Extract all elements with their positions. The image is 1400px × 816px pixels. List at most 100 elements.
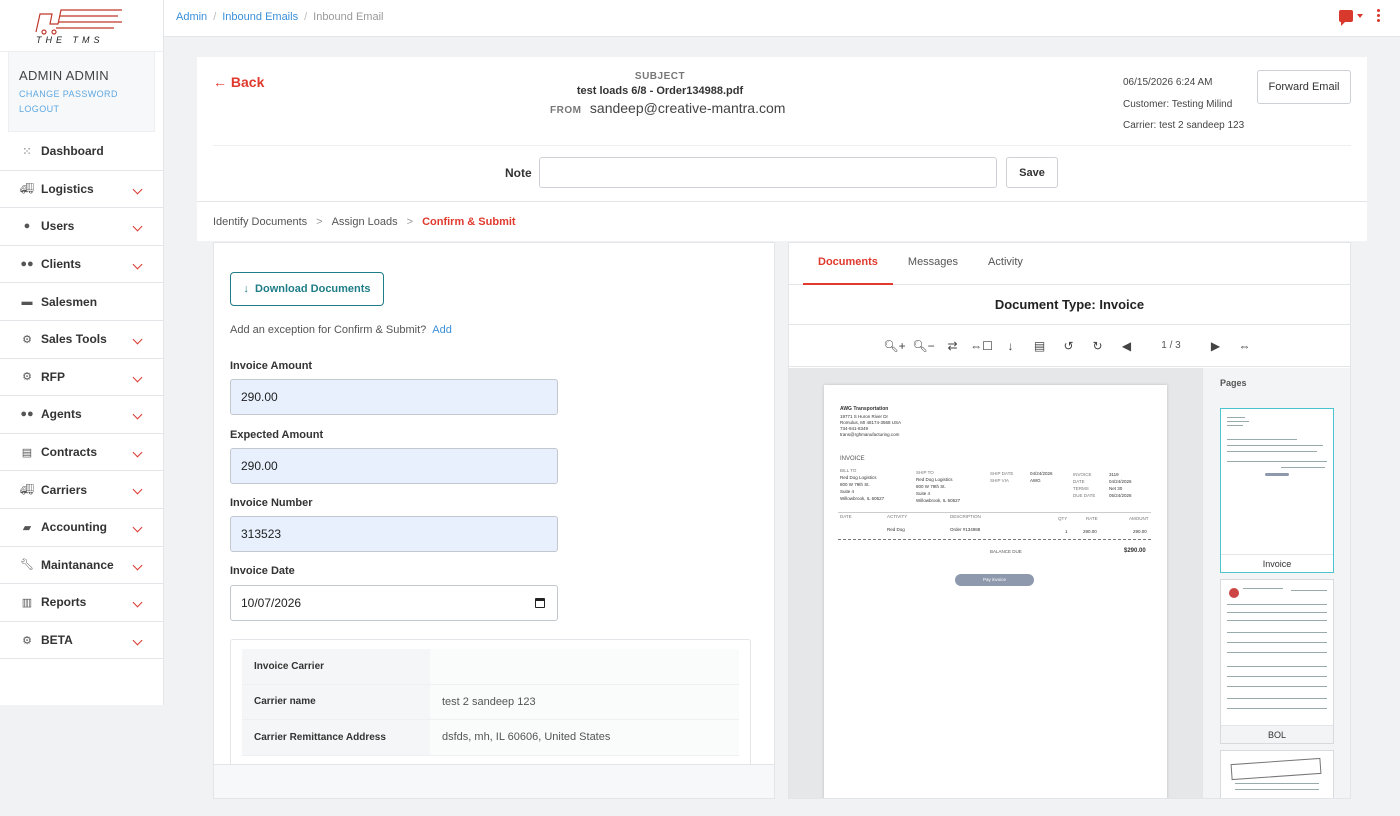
rotate-left-icon[interactable]: ↺ — [1054, 339, 1083, 353]
invoice-amount-input[interactable]: 290.00 — [230, 379, 558, 415]
change-password-link[interactable]: CHANGE PASSWORD — [19, 89, 144, 99]
thumbnail-invoice[interactable]: Invoice — [1220, 408, 1334, 573]
zoom-out-icon[interactable]: 🔍︎− — [909, 339, 938, 353]
carrier-row: Carrier name test 2 sandeep 123 — [242, 684, 739, 720]
sidebar-item-sales-tools[interactable]: ⚙ Sales Tools — [0, 321, 163, 359]
doc-ship-date: 04/24/2026 — [1030, 471, 1053, 476]
sidebar-item-rfp[interactable]: ⚙ RFP — [0, 359, 163, 397]
doc-ship-via-label: SHIP VIA — [990, 478, 1009, 483]
invoice-amount-label: Invoice Amount — [230, 360, 313, 372]
calendar-icon[interactable] — [535, 598, 545, 608]
sidebar-item-users[interactable]: ● Users — [0, 208, 163, 246]
from-block: FROM sandeep@creative-mantra.com — [550, 100, 785, 118]
doc-due-label: DUE DATE — [1073, 493, 1096, 498]
pdf-canvas[interactable]: AWG Transportation 19771 S Huron River D… — [789, 368, 1202, 798]
doc-bill-to-1: Red Dog Logistics — [840, 475, 877, 480]
from-value: sandeep@creative-mantra.com — [589, 100, 786, 116]
breadcrumb-admin[interactable]: Admin — [176, 11, 207, 23]
doc-ship-to-label: SHIP TO — [916, 470, 934, 475]
form-footer — [214, 764, 774, 798]
swap-icon[interactable]: ⇄ — [938, 339, 967, 353]
note-input[interactable] — [539, 157, 997, 188]
expand-icon[interactable]: ⇔ — [1230, 339, 1259, 353]
step-identify-documents[interactable]: Identify Documents — [213, 216, 307, 228]
subject-value: test loads 6/8 - Order134988.pdf — [576, 85, 744, 97]
caret-down-icon — [1357, 13, 1363, 18]
next-page-icon[interactable]: ▶ — [1201, 339, 1230, 353]
add-exception-link[interactable]: Add — [432, 324, 452, 336]
chevron-down-icon — [132, 409, 143, 420]
fit-width-icon[interactable]: ⇔☐ — [967, 339, 996, 353]
doc-balance-label: BALANCE DUE — [990, 549, 1022, 554]
tab-messages[interactable]: Messages — [893, 243, 973, 285]
users-group-icon: ●● — [20, 258, 34, 271]
thumbnail-bol-caption: BOL — [1221, 725, 1333, 743]
note-label: Note — [505, 166, 532, 180]
tab-activity[interactable]: Activity — [973, 243, 1038, 285]
invoice-page: AWG Transportation 19771 S Huron River D… — [824, 385, 1167, 798]
sidebar-item-carriers[interactable]: 🚚︎ Carriers — [0, 471, 163, 509]
expected-amount-input[interactable]: 290.00 — [230, 448, 558, 484]
doc-invoice-no: 3119 — [1109, 472, 1119, 477]
print-icon[interactable]: ▤ — [1025, 339, 1054, 353]
sidebar-nav: ⁙ Dashboard 🚚︎ Logistics ● Users ●● Clients ▬ Sal… — [0, 133, 163, 660]
download-arrow-icon: ↓ — [243, 283, 256, 295]
sidebar-item-dashboard[interactable]: ⁙ Dashboard — [0, 133, 163, 171]
sidebar-item-salesmen[interactable]: ▬ Salesmen — [0, 283, 163, 321]
rotate-right-icon[interactable]: ↻ — [1083, 339, 1112, 353]
sidebar-item-clients[interactable]: ●● Clients — [0, 246, 163, 284]
kebab-menu-icon[interactable] — [1377, 9, 1380, 22]
sidebar-item-logistics[interactable]: 🚚︎ Logistics — [0, 171, 163, 209]
save-note-button[interactable]: Save — [1006, 157, 1058, 188]
gears-icon: ⚙ — [22, 333, 32, 346]
sidebar-item-label: Reports — [41, 595, 87, 610]
zoom-in-icon[interactable]: 🔍︎+ — [880, 339, 909, 353]
chevron-down-icon — [132, 334, 143, 345]
carrier-details: Invoice Carrier Carrier name test 2 sandee… — [230, 639, 751, 779]
sidebar-item-label: Users — [41, 219, 75, 234]
truck-logo-icon — [35, 9, 122, 35]
prev-page-icon[interactable]: ◀ — [1112, 339, 1141, 353]
logout-link[interactable]: LOGOUT — [19, 104, 144, 114]
sidebar-item-agents[interactable]: ●● Agents — [0, 396, 163, 434]
breadcrumb: Admin / Inbound Emails / Inbound Email — [176, 11, 383, 23]
chevron-down-icon — [132, 372, 143, 383]
carrier-row-key: Carrier name — [242, 684, 430, 719]
sidebar-item-beta[interactable]: ⚙ BETA — [0, 622, 163, 660]
doc-ship-to-2: 800 W 79th St. — [916, 484, 946, 489]
thumbnail-invoice-image — [1221, 409, 1333, 554]
forward-email-button[interactable]: Forward Email — [1257, 70, 1351, 104]
carrier-row: Carrier Remittance Address dsfds, mh, IL … — [242, 720, 739, 756]
sidebar-item-label: Accounting — [41, 520, 107, 535]
carrier-row-key: Invoice Carrier — [242, 649, 430, 684]
messages-dropdown[interactable] — [1339, 9, 1363, 26]
doc-bill-to-3: Suite 4 — [840, 489, 855, 494]
step-assign-loads[interactable]: Assign Loads — [332, 216, 398, 228]
subject-label: SUBJECT — [634, 71, 686, 82]
doc-ship-to-4: Willowbrook, IL 60527 — [916, 498, 961, 503]
sidebar-item-accounting[interactable]: ▰ Accounting — [0, 509, 163, 547]
sidebar-item-contracts[interactable]: ▤ Contracts — [0, 434, 163, 472]
sidebar-item-reports[interactable]: ▥ Reports — [0, 584, 163, 622]
download-documents-button[interactable]: ↓ Download Documents — [230, 272, 384, 306]
doc-due: 05/24/2026 — [1109, 493, 1132, 498]
breadcrumb-inbound-emails[interactable]: Inbound Emails — [222, 11, 298, 23]
invoice-date-value: 10/07/2026 — [241, 596, 302, 610]
back-button[interactable]: ← Back — [213, 74, 264, 90]
exception-text: Add an exception for Confirm & Submit? — [230, 324, 427, 336]
download-icon[interactable]: ↓ — [996, 339, 1025, 353]
invoice-date-input[interactable]: 10/07/2026 — [230, 585, 558, 621]
sidebar-item-label: Dashboard — [41, 144, 104, 159]
tab-documents[interactable]: Documents — [803, 243, 893, 285]
email-customer: Customer: Testing Milind — [1123, 98, 1233, 110]
pages-label: Pages — [1220, 378, 1247, 388]
user-icon: ● — [23, 220, 31, 233]
invoice-number-input[interactable]: 313523 — [230, 516, 558, 552]
thumbnail-page-3[interactable] — [1220, 750, 1334, 798]
thumbnail-bol[interactable]: BOL — [1220, 579, 1334, 744]
people-icon: ●● — [20, 408, 34, 421]
step-confirm-submit[interactable]: Confirm & Submit — [422, 216, 516, 228]
sidebar-item-maintanance[interactable]: 🔧︎ Maintanance — [0, 547, 163, 585]
logo[interactable]: THE TMS — [0, 0, 163, 52]
chevron-down-icon — [132, 522, 143, 533]
